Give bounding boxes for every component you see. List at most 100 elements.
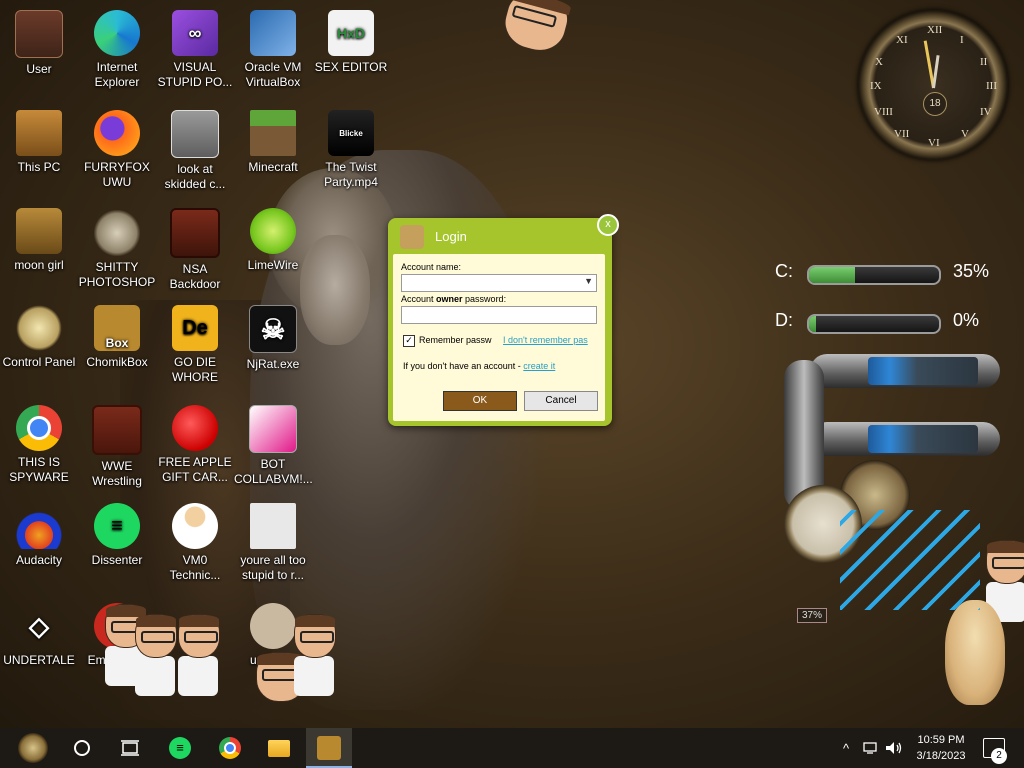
clock-numeral: I bbox=[960, 34, 964, 46]
taskbar-dissenter[interactable]: ≡ bbox=[158, 732, 202, 764]
firefox-icon bbox=[94, 110, 140, 156]
drive-usage-fill bbox=[809, 316, 816, 332]
desktop-icon-limewire[interactable]: LimeWire bbox=[234, 208, 312, 273]
create-account-link[interactable]: create it bbox=[523, 361, 555, 371]
desktop-icon-free-apple[interactable]: FREE APPLE GIFT CAR... bbox=[156, 405, 234, 485]
spotify-icon: ≡ bbox=[94, 503, 140, 549]
remember-label: Remember passw bbox=[419, 335, 492, 345]
clock-numeral: IV bbox=[980, 106, 992, 118]
drive-percent: 35% bbox=[953, 261, 990, 281]
clock-numeral: III bbox=[986, 80, 997, 92]
password-label-suffix: password: bbox=[462, 294, 507, 304]
desktop-icon-this-pc[interactable]: This PC bbox=[0, 110, 78, 175]
bot-icon bbox=[249, 405, 297, 453]
clock-numeral: VI bbox=[928, 137, 940, 149]
search-button[interactable] bbox=[60, 732, 104, 764]
unity-icon: ◇ bbox=[29, 610, 49, 641]
gimp-icon bbox=[94, 210, 140, 256]
taskbar-clock[interactable]: 10:59 PM 3/18/2023 bbox=[908, 732, 974, 764]
dialog-title: Login bbox=[435, 229, 467, 244]
chomikbox-icon: Box bbox=[94, 305, 140, 351]
ram-meter-glass bbox=[868, 425, 978, 453]
desktop-icon-minecraft[interactable]: Minecraft bbox=[234, 110, 312, 175]
desktop-icon-go-die[interactable]: De GO DIE WHORE bbox=[156, 305, 234, 385]
desktop-icon-twist-party[interactable]: Blicke The Twist Party.mp4 bbox=[312, 110, 390, 190]
drive-usage-bar bbox=[807, 265, 941, 285]
clock-date: 18 bbox=[923, 92, 947, 116]
cancel-button[interactable]: Cancel bbox=[524, 391, 598, 411]
desktop-icon-control-panel[interactable]: Control Panel bbox=[0, 305, 78, 370]
account-name-label: Account name: bbox=[401, 262, 462, 272]
desktop-icon-undertale[interactable]: ◇ UNDERTALE bbox=[0, 603, 78, 668]
skull-icon: ☠ bbox=[249, 305, 297, 353]
desktop-icon-visual-studio[interactable]: ∞ VISUAL STUPID PO... bbox=[156, 10, 234, 90]
task-view-button[interactable] bbox=[108, 732, 152, 764]
drive-usage-bar bbox=[807, 314, 941, 334]
no-account-text: If you don't have an account - create it bbox=[403, 361, 555, 371]
desktop-icon-chomikbox[interactable]: Box ChomikBox bbox=[78, 305, 156, 370]
clock-numeral: IX bbox=[870, 80, 882, 92]
system-monitor-widget: 37% bbox=[780, 350, 1000, 650]
gauge-percent: 37% bbox=[797, 608, 828, 623]
taskbar-chrome[interactable] bbox=[208, 732, 252, 764]
account-name-field[interactable]: ▼ bbox=[401, 274, 597, 292]
taskbar-file-explorer[interactable] bbox=[257, 732, 301, 764]
network-icon[interactable] bbox=[861, 728, 881, 768]
hxd-icon: HxD bbox=[328, 10, 374, 56]
clock-numeral: XI bbox=[896, 34, 908, 46]
video-icon: Blicke bbox=[328, 110, 374, 156]
tv-icon bbox=[92, 405, 142, 455]
portrait-icon bbox=[250, 503, 296, 549]
computer-icon bbox=[16, 110, 62, 156]
clock-numeral: X bbox=[875, 56, 883, 68]
desktop-icon-furryfox[interactable]: FURRYFOX UWU bbox=[78, 110, 156, 190]
desktop-icon-shitty-photoshop[interactable]: SHITTY PHOTOSHOP bbox=[78, 210, 156, 290]
spotify-icon: ≡ bbox=[169, 737, 191, 759]
hank-figure bbox=[498, 0, 574, 58]
forgot-password-link[interactable]: I don't remember pas bbox=[503, 335, 588, 345]
password-label-bold: owner bbox=[436, 294, 463, 304]
apple-icon bbox=[172, 405, 218, 451]
desktop-icon-user[interactable]: User bbox=[0, 10, 78, 77]
edge-icon bbox=[94, 10, 140, 56]
hank-figure bbox=[294, 614, 336, 696]
doctor-icon bbox=[172, 503, 218, 549]
dialog-body: Account name: ▼ Account owner password: … bbox=[393, 254, 605, 421]
desktop-icon-virtualbox[interactable]: Oracle VM VirtualBox bbox=[234, 10, 312, 90]
desktop-icon-sex-editor[interactable]: HxD SEX EDITOR bbox=[312, 10, 390, 75]
tray-overflow-chevron[interactable]: ^ bbox=[836, 728, 856, 768]
start-gear-icon bbox=[18, 733, 48, 763]
desktop-icon-njrat[interactable]: ☠ NjRat.exe bbox=[234, 305, 312, 372]
de-icon: De bbox=[172, 305, 218, 351]
desktop-icon-internet-explorer[interactable]: Internet Explorer bbox=[78, 10, 156, 90]
desktop-icon-bot-collabvm[interactable]: BOT COLLABVM!... bbox=[234, 405, 313, 487]
user-folder-icon bbox=[15, 10, 63, 58]
desktop-icon-vm0[interactable]: VM0 Technic... bbox=[156, 503, 234, 583]
network-icon bbox=[863, 742, 877, 754]
shortcut-icon bbox=[171, 110, 219, 158]
remember-checkbox[interactable]: ✓ bbox=[403, 335, 415, 347]
desktop-icon-audacity[interactable]: Audacity bbox=[0, 503, 78, 568]
desktop-icon-stupid[interactable]: youre all too stupid to r... bbox=[234, 503, 312, 583]
limewire-icon bbox=[250, 208, 296, 254]
close-button[interactable]: x bbox=[597, 214, 619, 236]
chevron-down-icon[interactable]: ▼ bbox=[584, 276, 593, 286]
password-field[interactable] bbox=[401, 306, 597, 324]
taskbar-login-app[interactable] bbox=[306, 728, 352, 768]
desktop-icon-chrome[interactable]: THIS IS SPYWARE bbox=[0, 405, 78, 485]
virtualbox-icon bbox=[250, 10, 296, 56]
taskbar: ≡ ^ 10:59 PM 3/18/2023 2 bbox=[0, 728, 1024, 768]
desktop-icon-moon-girl[interactable]: moon girl bbox=[0, 208, 78, 273]
volume-icon[interactable] bbox=[884, 728, 904, 768]
ok-button[interactable]: OK bbox=[443, 391, 517, 411]
visual-studio-icon: ∞ bbox=[172, 10, 218, 56]
drive-c-meter: C: 35% bbox=[745, 257, 995, 289]
desktop-icon-skidded-code[interactable]: look at skidded c... bbox=[156, 110, 234, 192]
start-button[interactable] bbox=[11, 732, 55, 764]
drive-usage-fill bbox=[809, 267, 855, 283]
desktop-icon-wwe[interactable]: WWE Wrestling bbox=[78, 405, 156, 489]
desktop-icon-nsa-backdoor[interactable]: NSA Backdoor bbox=[156, 208, 234, 292]
desktop-icon-dissenter[interactable]: ≡ Dissenter bbox=[78, 503, 156, 568]
dialog-titlebar[interactable]: Login bbox=[388, 218, 612, 254]
clock-numeral: VII bbox=[894, 128, 910, 140]
